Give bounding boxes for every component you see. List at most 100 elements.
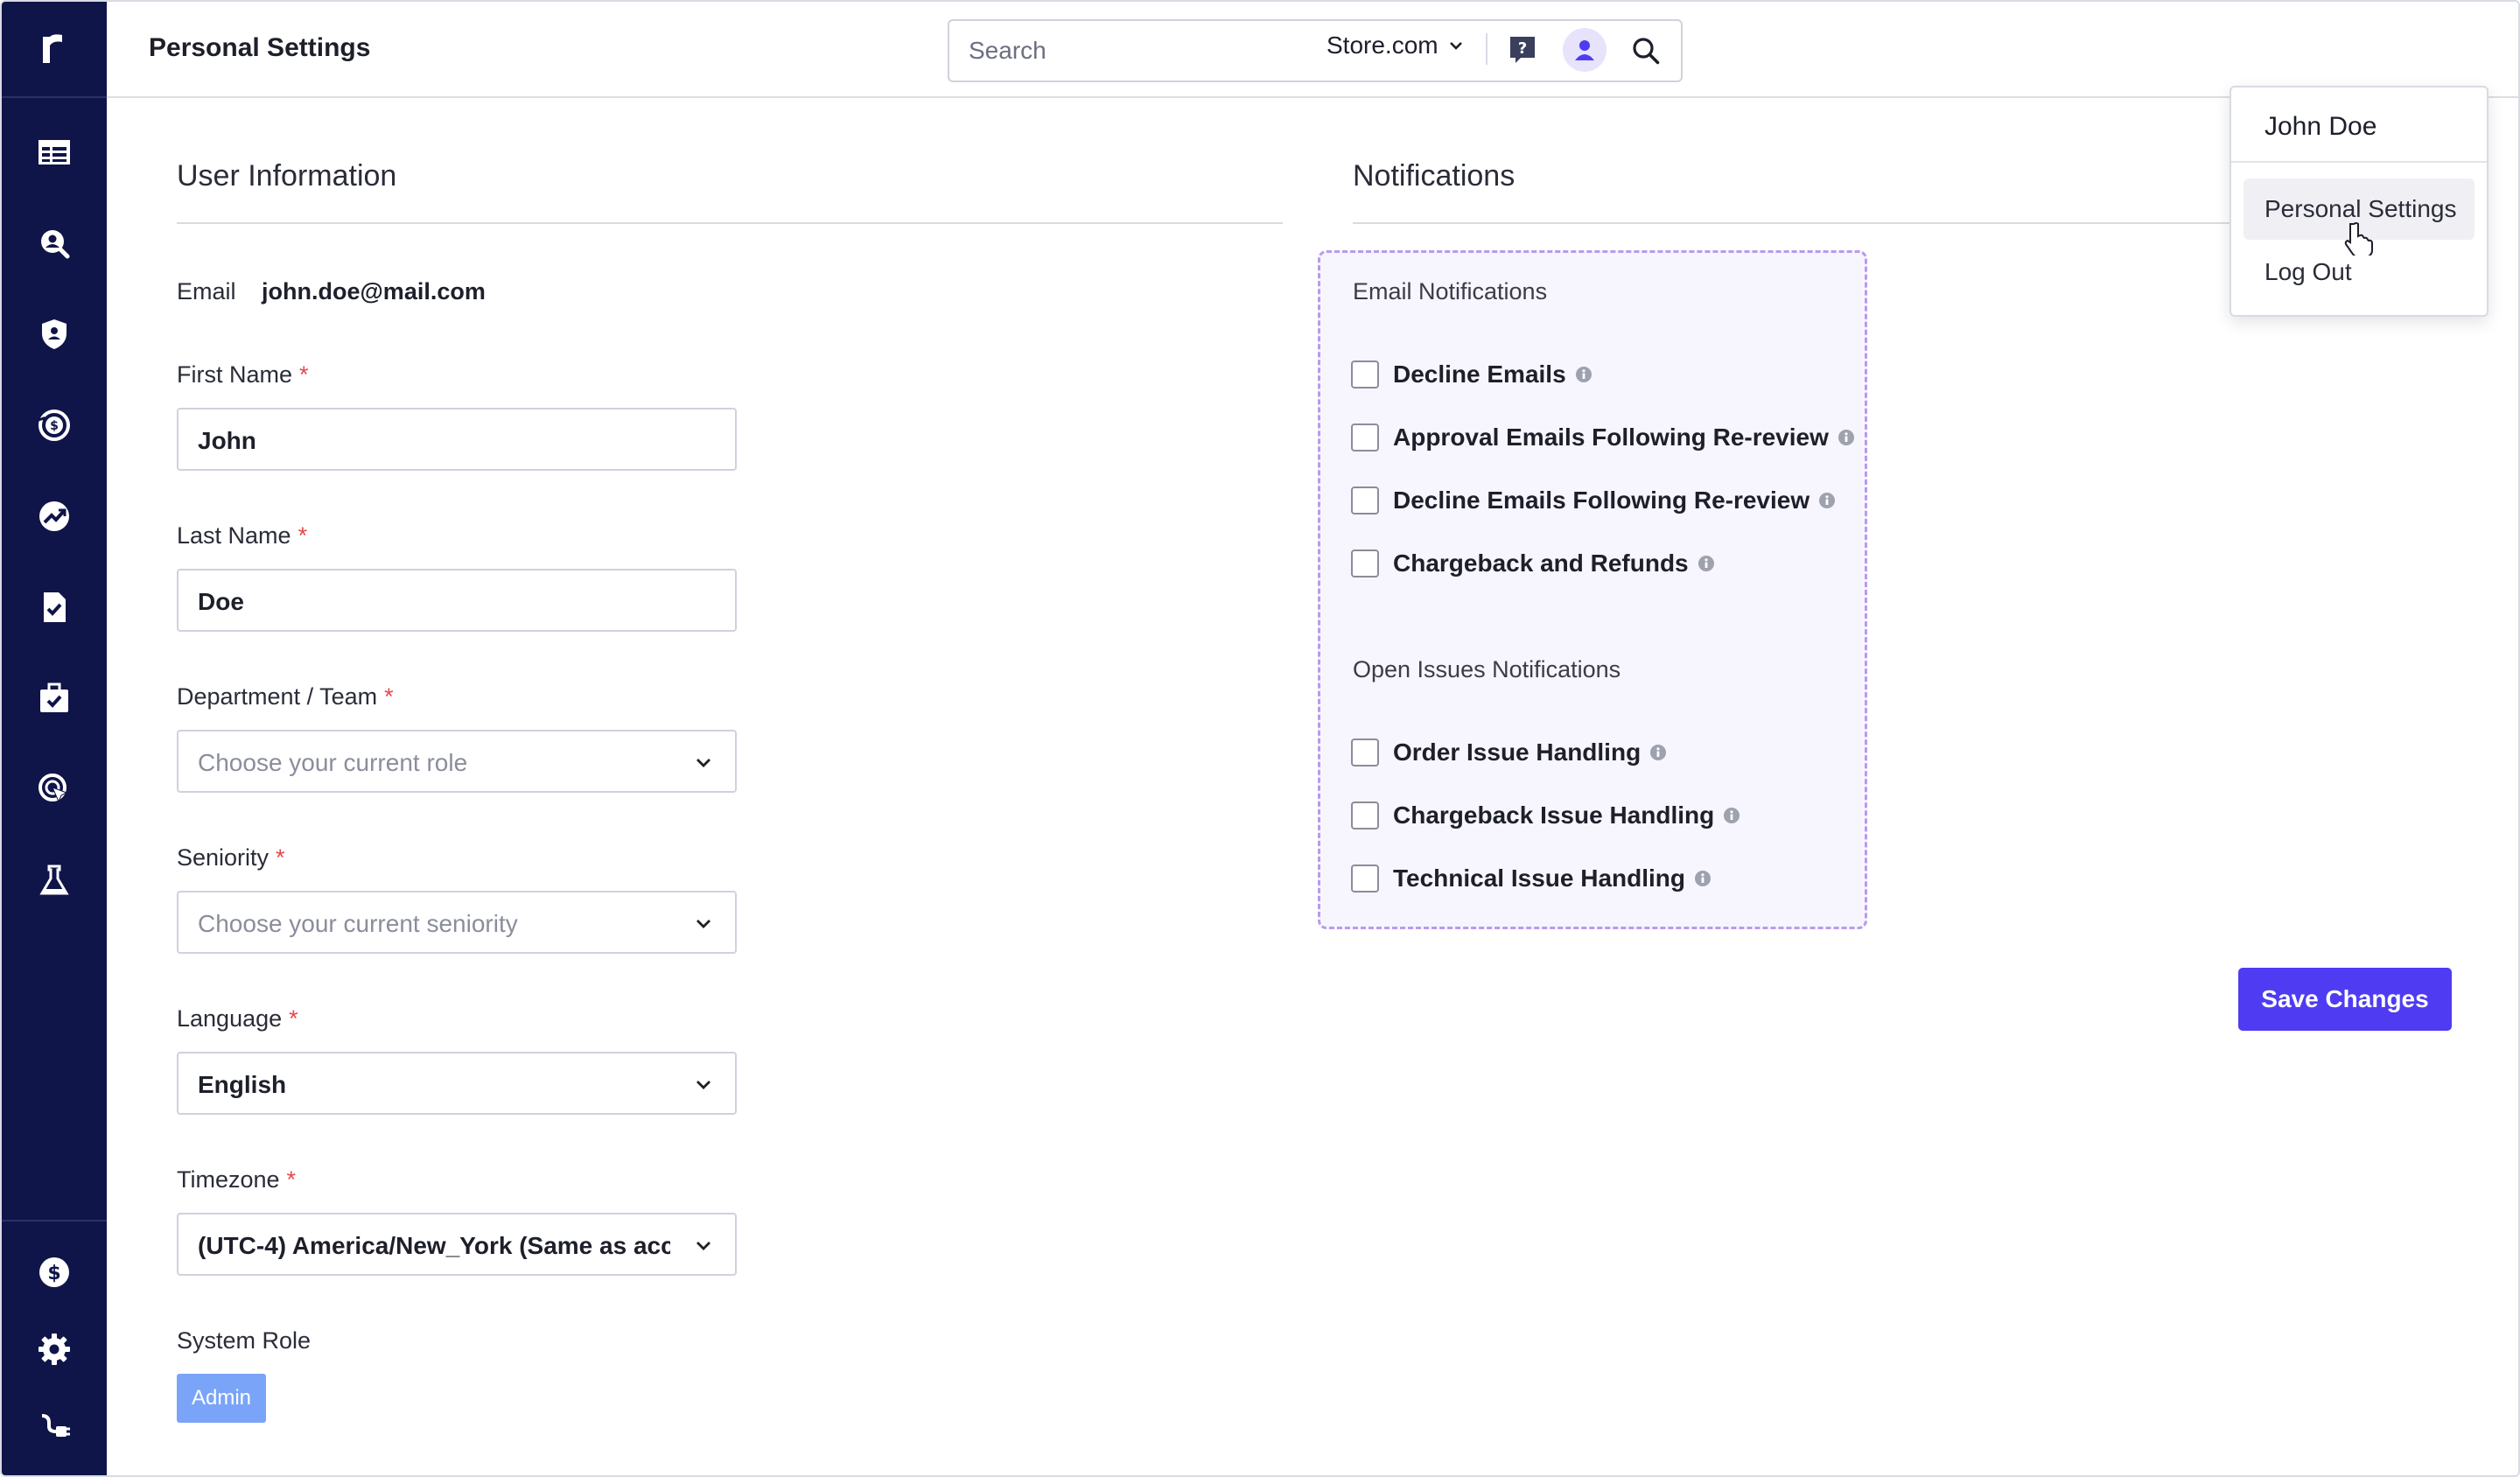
checkbox[interactable] [1351, 424, 1379, 452]
checkbox-label: Order Issue Handling [1393, 738, 1642, 766]
page-title: Personal Settings [149, 33, 371, 62]
sidebar: $ $ [2, 2, 107, 1475]
user-menu-name: John Doe [2264, 112, 2377, 141]
checkbox-label: Decline Emails [1393, 360, 1566, 388]
info-icon[interactable] [1694, 870, 1712, 887]
sidebar-item-settings[interactable] [33, 1328, 75, 1370]
department-placeholder: Choose your current role [198, 749, 468, 776]
sidebar-item-refunds[interactable]: $ [33, 404, 75, 446]
store-name: Store.com [1326, 32, 1438, 59]
info-icon[interactable] [1649, 744, 1667, 761]
user-info-rule [177, 222, 1283, 224]
chevron-down-icon [1449, 42, 1462, 50]
info-icon[interactable] [1723, 807, 1740, 824]
required-mark: * [384, 683, 394, 710]
checkbox[interactable] [1351, 802, 1379, 830]
hand-cursor-icon [2344, 222, 2373, 256]
gear-icon [38, 1334, 70, 1365]
target-icon [38, 774, 68, 803]
department-label: Department / Team * [177, 683, 394, 710]
checkbox[interactable] [1351, 550, 1379, 578]
checkbox-label: Technical Issue Handling [1393, 864, 1686, 892]
checkbox-label: Chargeback and Refunds [1393, 550, 1689, 577]
required-mark: * [286, 1166, 297, 1193]
sidebar-item-protection[interactable] [33, 313, 75, 355]
first-name-field[interactable]: John [177, 408, 737, 471]
checkbox-label: Decline Emails Following Re-review [1393, 486, 1810, 514]
document-check-icon [44, 592, 66, 622]
seniority-placeholder: Choose your current seniority [198, 910, 518, 937]
sidebar-item-table[interactable] [33, 131, 75, 173]
logo[interactable] [2, 2, 107, 98]
search-user-icon [41, 230, 70, 259]
last-name-value: Doe [198, 588, 244, 615]
seniority-label: Seniority * [177, 844, 285, 871]
refund-icon: $ [38, 410, 70, 441]
notifications-rule [1353, 222, 2231, 224]
role-badge: Admin [177, 1374, 266, 1423]
shield-icon [42, 319, 66, 349]
avatar[interactable] [1563, 28, 1606, 72]
language-select[interactable]: English [177, 1052, 737, 1115]
last-name-field[interactable]: Doe [177, 569, 737, 632]
logo-icon [43, 34, 62, 63]
sidebar-item-lab[interactable] [33, 859, 75, 901]
timezone-select[interactable]: (UTC-4) America/New_York (Same as acc... [177, 1213, 737, 1276]
notif-decline-emails: Decline Emails [1351, 360, 1592, 388]
checkbox[interactable] [1351, 360, 1379, 388]
open-issues-title: Open Issues Notifications [1353, 656, 1621, 682]
required-mark: * [289, 1005, 298, 1032]
notif-chargeback-refunds: Chargeback and Refunds [1351, 550, 1715, 578]
first-name-value: John [198, 427, 256, 454]
chevron-down-icon [696, 759, 710, 767]
info-icon[interactable] [1818, 492, 1836, 509]
notif-decline-rereview: Decline Emails Following Re-review [1351, 486, 1836, 514]
sidebar-item-billing[interactable]: $ [33, 1251, 75, 1293]
svg-text:$: $ [47, 1263, 60, 1284]
briefcase-icon [40, 682, 68, 712]
checkbox[interactable] [1351, 864, 1379, 892]
user-menu: John Doe Personal Settings Log Out [2230, 86, 2488, 317]
save-changes-button[interactable]: Save Changes [2238, 968, 2452, 1031]
trend-icon [39, 501, 69, 531]
sidebar-item-cases[interactable] [33, 677, 75, 719]
checkbox-label: Approval Emails Following Re-review [1393, 424, 1829, 451]
sidebar-item-documents[interactable] [33, 586, 75, 628]
sidebar-item-search-user[interactable] [33, 222, 75, 264]
user-menu-divider [2231, 161, 2487, 163]
store-selector[interactable]: Store.com [1326, 32, 1465, 60]
timezone-value: (UTC-4) America/New_York (Same as acc... [198, 1232, 670, 1259]
email-value: john.doe@mail.com [262, 278, 486, 304]
user-info-title: User Information [177, 159, 397, 192]
search-icon[interactable] [1630, 35, 1662, 66]
checkbox[interactable] [1351, 738, 1379, 766]
info-icon[interactable] [1698, 555, 1715, 572]
header-divider [1486, 33, 1488, 65]
dollar-icon: $ [39, 1257, 69, 1287]
app-window: $ $ Personal Settings Search Store.com ?… [0, 0, 2520, 1477]
notif-chargeback-issue: Chargeback Issue Handling [1351, 802, 1740, 830]
chevron-down-icon [696, 1081, 710, 1089]
notif-order-issue: Order Issue Handling [1351, 738, 1667, 766]
email-label: Email [177, 278, 236, 304]
department-select[interactable]: Choose your current role [177, 730, 737, 793]
required-mark: * [276, 844, 285, 871]
required-mark: * [299, 361, 309, 388]
sidebar-item-analytics[interactable] [33, 495, 75, 537]
sidebar-item-targeting[interactable] [33, 768, 75, 810]
checkbox[interactable] [1351, 486, 1379, 514]
checkbox-label: Chargeback Issue Handling [1393, 802, 1715, 829]
last-name-label: Last Name * [177, 522, 308, 549]
info-icon[interactable] [1838, 429, 1855, 446]
notif-approval-rereview: Approval Emails Following Re-review [1351, 424, 1855, 452]
chevron-down-icon [696, 1242, 710, 1250]
user-icon [1575, 40, 1594, 60]
language-value: English [198, 1071, 287, 1098]
sidebar-item-integrations[interactable] [33, 1405, 75, 1447]
timezone-label: Timezone * [177, 1166, 297, 1193]
help-icon[interactable]: ? [1508, 35, 1536, 65]
seniority-select[interactable]: Choose your current seniority [177, 891, 737, 954]
email-notifications-title: Email Notifications [1353, 278, 1548, 304]
info-icon[interactable] [1575, 366, 1592, 383]
notifications-title: Notifications [1353, 159, 1516, 192]
